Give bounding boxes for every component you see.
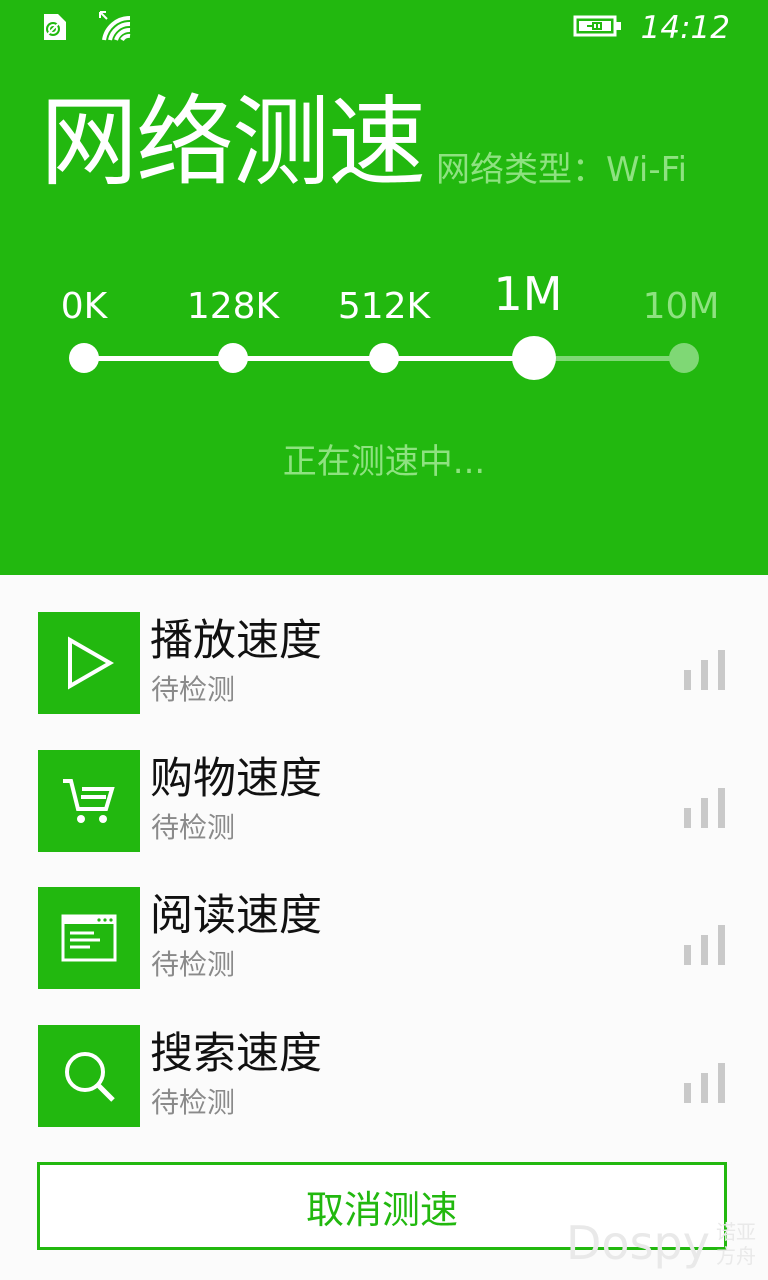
speed-track-progress [84, 356, 534, 361]
speed-scale-label: 10M [642, 286, 720, 327]
list-item-reading-speed[interactable]: 阅读速度 待检测 [38, 887, 730, 989]
signal-bars-icon [684, 648, 728, 690]
test-state: 待检测 [151, 1086, 236, 1119]
network-type-label: 网络类型：Wi-Fi [436, 150, 688, 190]
speed-scale-dot [669, 343, 699, 373]
list-item-shopping-speed[interactable]: 购物速度 待检测 [38, 750, 730, 852]
signal-bars-icon [684, 1061, 728, 1103]
speed-scale-dot [369, 343, 399, 373]
testing-status: 正在测速中... [282, 442, 486, 482]
list-item-search-speed[interactable]: 搜索速度 待检测 [38, 1025, 730, 1127]
clock: 14:12 [640, 10, 730, 46]
list-item-play-speed[interactable]: 播放速度 待检测 [38, 612, 730, 714]
speed-scale-label: 512K [337, 286, 431, 327]
test-state: 待检测 [151, 673, 236, 706]
speed-scale-label: 0K [60, 286, 108, 327]
test-state: 待检测 [151, 811, 236, 844]
sim-icon [38, 12, 70, 46]
header-panel: 14:12 网络测速 网络类型：Wi-Fi 0K 128K 512K 1M 10… [0, 0, 768, 575]
page-title: 网络测速 [40, 86, 426, 200]
status-bar: 14:12 [0, 0, 768, 56]
test-state: 待检测 [151, 948, 236, 981]
search-icon [38, 1025, 140, 1127]
watermark-brand: Dospy [566, 1216, 710, 1270]
test-name: 购物速度 [150, 754, 322, 804]
test-name: 播放速度 [150, 616, 322, 666]
signal-bars-icon [684, 786, 728, 828]
test-name: 阅读速度 [150, 891, 322, 941]
test-name: 搜索速度 [150, 1029, 322, 1079]
browser-window-icon [38, 887, 140, 989]
watermark-sub: 诺亚方舟 [716, 1220, 756, 1268]
speed-scale-dot [218, 343, 248, 373]
signal-bars-icon [684, 923, 728, 965]
cart-icon [38, 750, 140, 852]
speed-scale-label-current: 1M [493, 267, 563, 321]
play-icon [38, 612, 140, 714]
speed-track-remaining [534, 356, 684, 361]
battery-charging-icon [573, 13, 623, 43]
wifi-icon [96, 10, 134, 48]
speed-scale-label: 128K [186, 286, 280, 327]
speed-scale-dot [69, 343, 99, 373]
speed-scale-dot-current [512, 336, 556, 380]
